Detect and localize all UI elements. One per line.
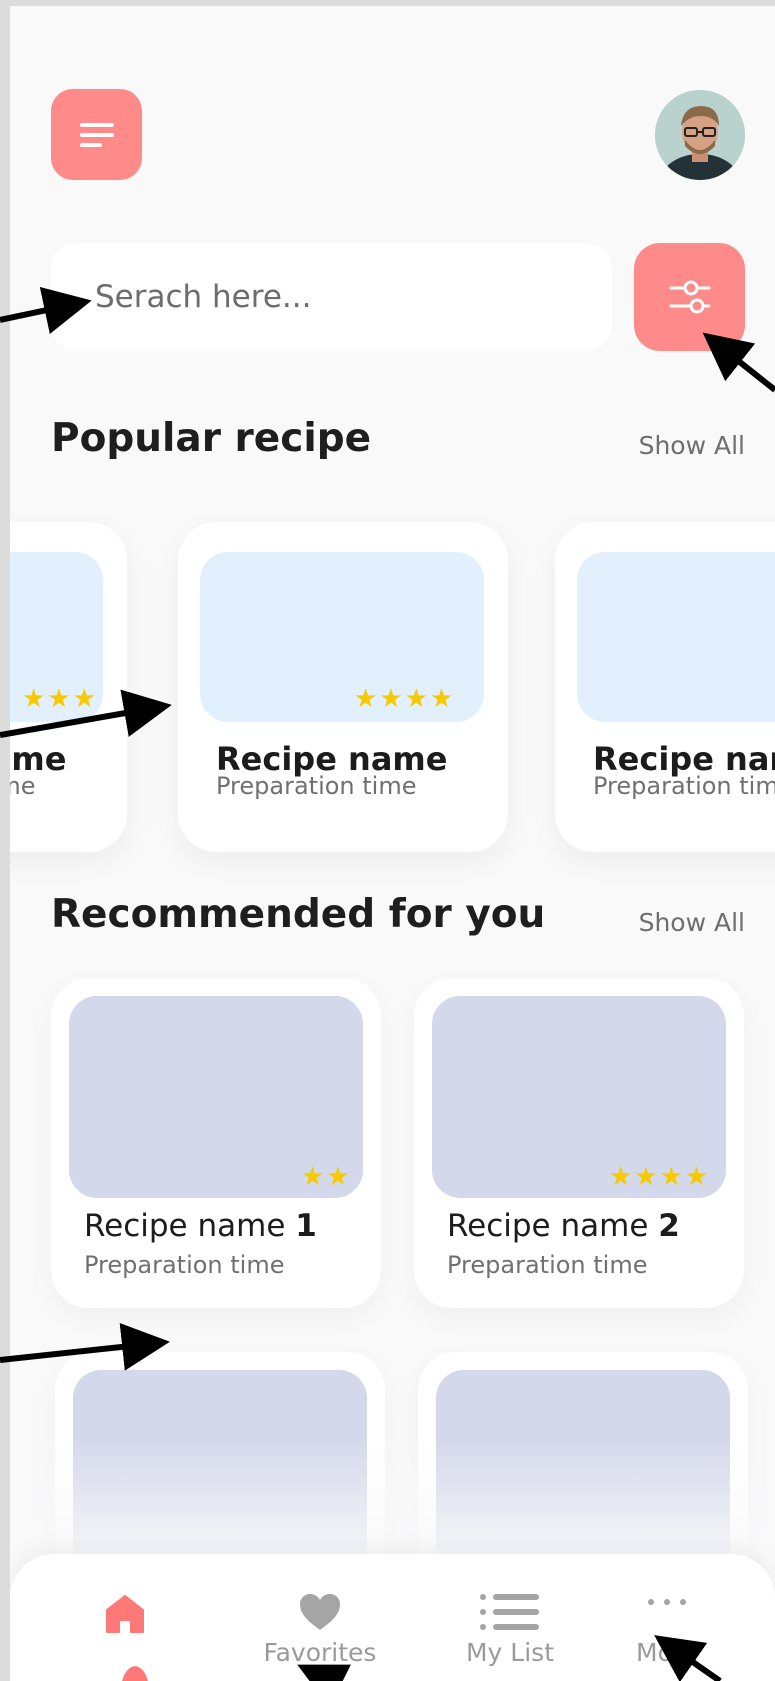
preparation-time: Preparation time	[84, 1251, 285, 1279]
recipe-number: 1	[295, 1208, 317, 1244]
nav-my-list[interactable]: My List	[450, 1554, 570, 1667]
rating-stars: ★★	[301, 1162, 352, 1192]
search-input[interactable]	[95, 279, 565, 315]
app-screen: Popular recipe Show All ★★★ Recipe name …	[10, 6, 775, 1681]
popular-section-title: Popular recipe	[51, 416, 372, 461]
preparation-time: Preparation time	[593, 772, 775, 800]
home-indicator-icon	[122, 1666, 148, 1681]
rating-stars: ★★★★	[354, 684, 456, 714]
recipe-name: Recipe name 2	[447, 1208, 680, 1244]
scroll-fade	[10, 1436, 775, 1556]
avatar[interactable]	[655, 90, 745, 180]
filter-button[interactable]	[634, 243, 745, 351]
nav-favorites[interactable]: Favorites	[250, 1554, 390, 1667]
home-icon	[106, 1595, 144, 1633]
preparation-time: Preparation time	[447, 1251, 648, 1279]
list-icon	[480, 1594, 539, 1630]
recipe-name-text: Recipe name	[84, 1208, 286, 1244]
recipe-number: 2	[658, 1208, 680, 1244]
menu-lines-icon	[79, 122, 114, 147]
recommended-show-all-link[interactable]: Show All	[639, 908, 745, 937]
heart-icon	[300, 1594, 340, 1630]
preparation-time: Preparation time	[10, 772, 36, 800]
rating-stars: ★★★	[22, 684, 98, 714]
recommended-card[interactable]: ★★ Recipe name 1 Preparation time	[51, 978, 381, 1308]
rating-stars: ★★★★	[609, 1162, 711, 1192]
dots-icon	[648, 1599, 686, 1605]
recipe-name-text: Recipe name	[447, 1208, 649, 1244]
menu-button[interactable]	[51, 89, 142, 180]
recommended-card[interactable]: ★★★★ Recipe name 2 Preparation time	[414, 978, 744, 1308]
sliders-icon	[669, 280, 710, 314]
popular-card[interactable]: Recipe name Preparation time	[555, 522, 775, 852]
popular-card[interactable]: ★★★ Recipe name Preparation time	[10, 522, 127, 852]
recipe-image	[577, 552, 775, 722]
nav-favorites-label: Favorites	[263, 1638, 377, 1667]
recipe-name: Recipe name 1	[84, 1208, 317, 1244]
nav-my-list-label: My List	[465, 1638, 554, 1667]
recommended-section-title: Recommended for you	[51, 892, 546, 937]
bottom-navigation: Favorites My List More	[10, 1554, 775, 1681]
user-photo-icon	[655, 90, 745, 180]
preparation-time: Preparation time	[216, 772, 417, 800]
nav-more-label: More	[636, 1638, 698, 1667]
nav-home[interactable]	[90, 1554, 160, 1636]
popular-show-all-link[interactable]: Show All	[639, 431, 745, 460]
popular-card[interactable]: ★★★★ Recipe name Preparation time	[178, 522, 508, 852]
nav-more[interactable]: More	[622, 1554, 712, 1667]
search-bar[interactable]	[51, 243, 612, 351]
